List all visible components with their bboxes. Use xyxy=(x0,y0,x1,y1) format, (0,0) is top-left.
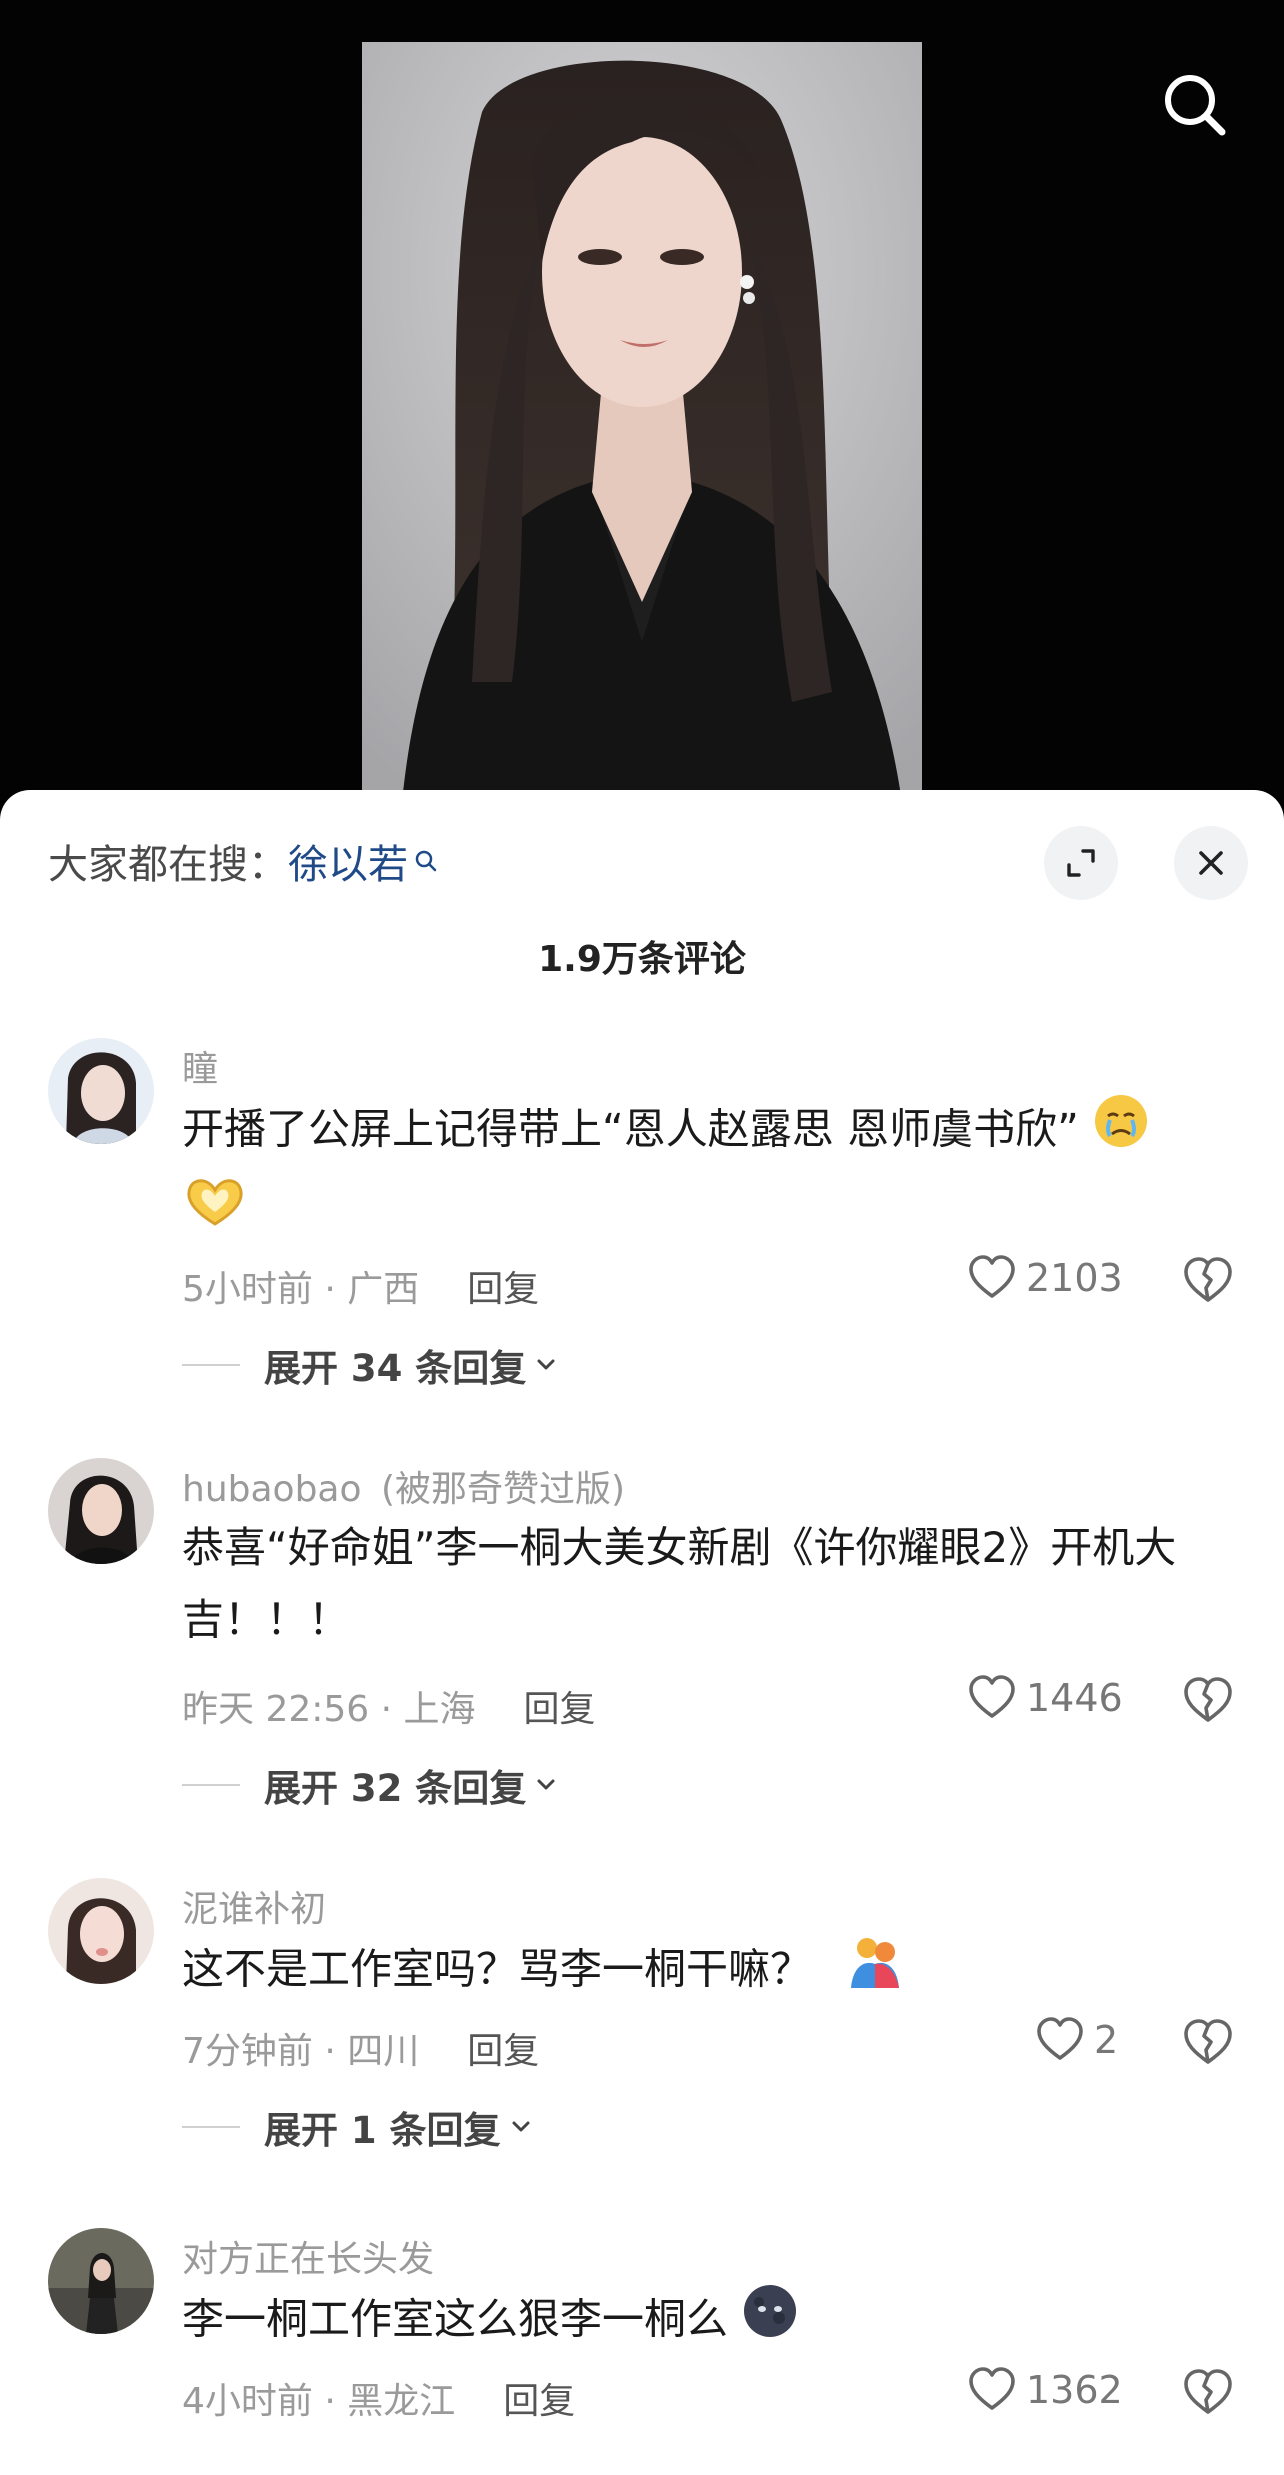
heart-icon xyxy=(969,1255,1015,1298)
comment-meta: 7分钟前 · 四川 回复 xyxy=(182,2022,539,2074)
expand-replies-button[interactable]: 展开 34 条回复 xyxy=(182,1338,560,1392)
expand-replies-button[interactable]: 展开 1 条回复 xyxy=(182,2100,535,2154)
like-button[interactable]: 2 xyxy=(1034,2014,1118,2066)
username[interactable]: 对方正在长头发 xyxy=(182,2230,434,2282)
comment-item: 泥谁补初 这不是工作室吗？骂李一桐干嘛？ 7分钟前 · 四川 回复 2 展开 1… xyxy=(0,1878,1284,2228)
broken-heart-icon xyxy=(1184,2019,1232,2064)
new-moon-face-emoji xyxy=(741,2282,799,2362)
comment-text-body: 李一桐工作室这么狠李一桐么 xyxy=(182,2294,729,2344)
expand-divider xyxy=(182,1784,240,1786)
like-count: 1362 xyxy=(1026,2368,1123,2412)
reply-button[interactable]: 回复 xyxy=(467,1260,539,1312)
user-badge: (被那奇赞过版) xyxy=(380,1469,626,1510)
heart-icon xyxy=(1037,2017,1083,2060)
comment-time-location: 4小时前 · 黑龙江 xyxy=(182,2381,456,2422)
comment-time-location: 昨天 22:56 · 上海 xyxy=(182,1689,476,1730)
close-icon xyxy=(1199,851,1223,875)
avatar[interactable] xyxy=(48,1038,154,1144)
comment-time-location: 5小时前 · 广西 xyxy=(182,1269,420,1310)
comment-text-body: 这不是工作室吗？骂李一桐干嘛？ xyxy=(182,1944,813,1994)
expand-replies-label: 展开 32 条回复 xyxy=(264,1767,527,1810)
broken-heart-icon xyxy=(1184,1677,1232,1722)
video-player[interactable] xyxy=(0,0,1284,802)
expand-replies-label: 展开 34 条回复 xyxy=(264,1347,527,1390)
sheet-header: 大家都在搜： 徐以若 1.9万条评论 xyxy=(0,790,1284,980)
dislike-button[interactable] xyxy=(1180,1672,1236,1728)
portrait-image xyxy=(362,42,922,802)
expand-replies-label: 展开 1 条回复 xyxy=(264,2109,501,2152)
comment-meta: 4小时前 · 黑龙江 回复 xyxy=(182,2372,575,2424)
like-count: 2 xyxy=(1094,2018,1119,2062)
reply-button[interactable]: 回复 xyxy=(524,1680,596,1732)
comment-text: 李一桐工作室这么狠李一桐么 xyxy=(182,2282,1242,2362)
comment-text: 恭喜“好命姐”李一桐大美女新剧《许你耀眼2》开机大吉！！！ xyxy=(182,1523,1177,1644)
hugging-people-emoji xyxy=(845,1932,905,2012)
dislike-button[interactable] xyxy=(1180,2364,1236,2420)
username[interactable]: hubaobao (被那奇赞过版) xyxy=(182,1460,625,1512)
avatar[interactable] xyxy=(48,1458,154,1564)
trending-label: 大家都在搜： xyxy=(48,842,288,888)
like-count: 2103 xyxy=(1026,1256,1123,1300)
expand-divider xyxy=(182,2126,240,2128)
broken-heart-icon xyxy=(1184,2369,1232,2414)
comment-text-body: 开播了公屏上记得带上“恩人赵露思 恩师虞书欣” xyxy=(182,1104,1079,1154)
chevron-down-icon xyxy=(512,2121,530,2132)
like-count: 1446 xyxy=(1026,1676,1123,1720)
trending-search: 大家都在搜： 徐以若 xyxy=(48,832,440,890)
comment-meta: 5小时前 · 广西 回复 xyxy=(182,1260,539,1312)
broken-heart-icon xyxy=(1184,1257,1232,1302)
comment-item: hubaobao (被那奇赞过版) 恭喜“好命姐”李一桐大美女新剧《许你耀眼2》… xyxy=(0,1458,1284,1878)
expand-button[interactable] xyxy=(1044,826,1118,900)
comment-text: 开播了公屏上记得带上“恩人赵露思 恩师虞书欣” xyxy=(182,1092,1242,1252)
close-button[interactable] xyxy=(1174,826,1248,900)
dislike-button[interactable] xyxy=(1180,2014,1236,2070)
username-text: hubaobao xyxy=(182,1469,362,1510)
heart-icon xyxy=(969,2367,1015,2410)
heart-icon xyxy=(969,1675,1015,1718)
reply-button[interactable]: 回复 xyxy=(467,2022,539,2074)
heart-hands-emoji xyxy=(182,1172,248,1252)
avatar[interactable] xyxy=(48,1878,154,1984)
app-screen: 大家都在搜： 徐以若 1.9万条评论 瞳 开播了公屏上记得带上“恩人赵露思 恩师… xyxy=(0,0,1284,2475)
dislike-button[interactable] xyxy=(1180,1252,1236,1308)
comment-item: 瞳 开播了公屏上记得带上“恩人赵露思 恩师虞书欣” 5小时前 · 广西 回复 2… xyxy=(0,1038,1284,1458)
username[interactable]: 瞳 xyxy=(182,1040,218,1092)
expand-replies-button[interactable]: 展开 32 条回复 xyxy=(182,1758,560,1812)
comment-text: 这不是工作室吗？骂李一桐干嘛？ xyxy=(182,1932,1242,2012)
expand-divider xyxy=(182,1364,240,1366)
reply-button[interactable]: 回复 xyxy=(503,2372,575,2424)
username[interactable]: 泥谁补初 xyxy=(182,1880,326,1932)
search-icon xyxy=(1165,75,1226,136)
like-button[interactable]: 1362 xyxy=(966,2364,1123,2416)
video-thumbnail xyxy=(362,42,922,802)
like-button[interactable]: 1446 xyxy=(966,1672,1123,1724)
chevron-down-icon xyxy=(537,1779,555,1790)
expand-icon xyxy=(1067,849,1095,877)
comment-item: 对方正在长头发 李一桐工作室这么狠李一桐么 4小时前 · 黑龙江 回复 1362 xyxy=(0,2228,1284,2475)
search-button[interactable] xyxy=(1156,66,1236,146)
like-button[interactable]: 2103 xyxy=(966,1252,1123,1304)
chevron-down-icon xyxy=(537,1359,555,1370)
trending-term-link[interactable]: 徐以若 xyxy=(288,832,408,890)
comment-meta: 昨天 22:56 · 上海 回复 xyxy=(182,1680,596,1732)
comment-count: 1.9万条评论 xyxy=(538,939,746,980)
avatar[interactable] xyxy=(48,2228,154,2334)
comment-time-location: 7分钟前 · 四川 xyxy=(182,2031,420,2072)
comment-sheet: 大家都在搜： 徐以若 1.9万条评论 瞳 开播了公屏上记得带上“恩人赵露思 恩师… xyxy=(0,790,1284,2475)
search-icon xyxy=(415,850,437,872)
crying-face-emoji xyxy=(1092,1092,1150,1172)
